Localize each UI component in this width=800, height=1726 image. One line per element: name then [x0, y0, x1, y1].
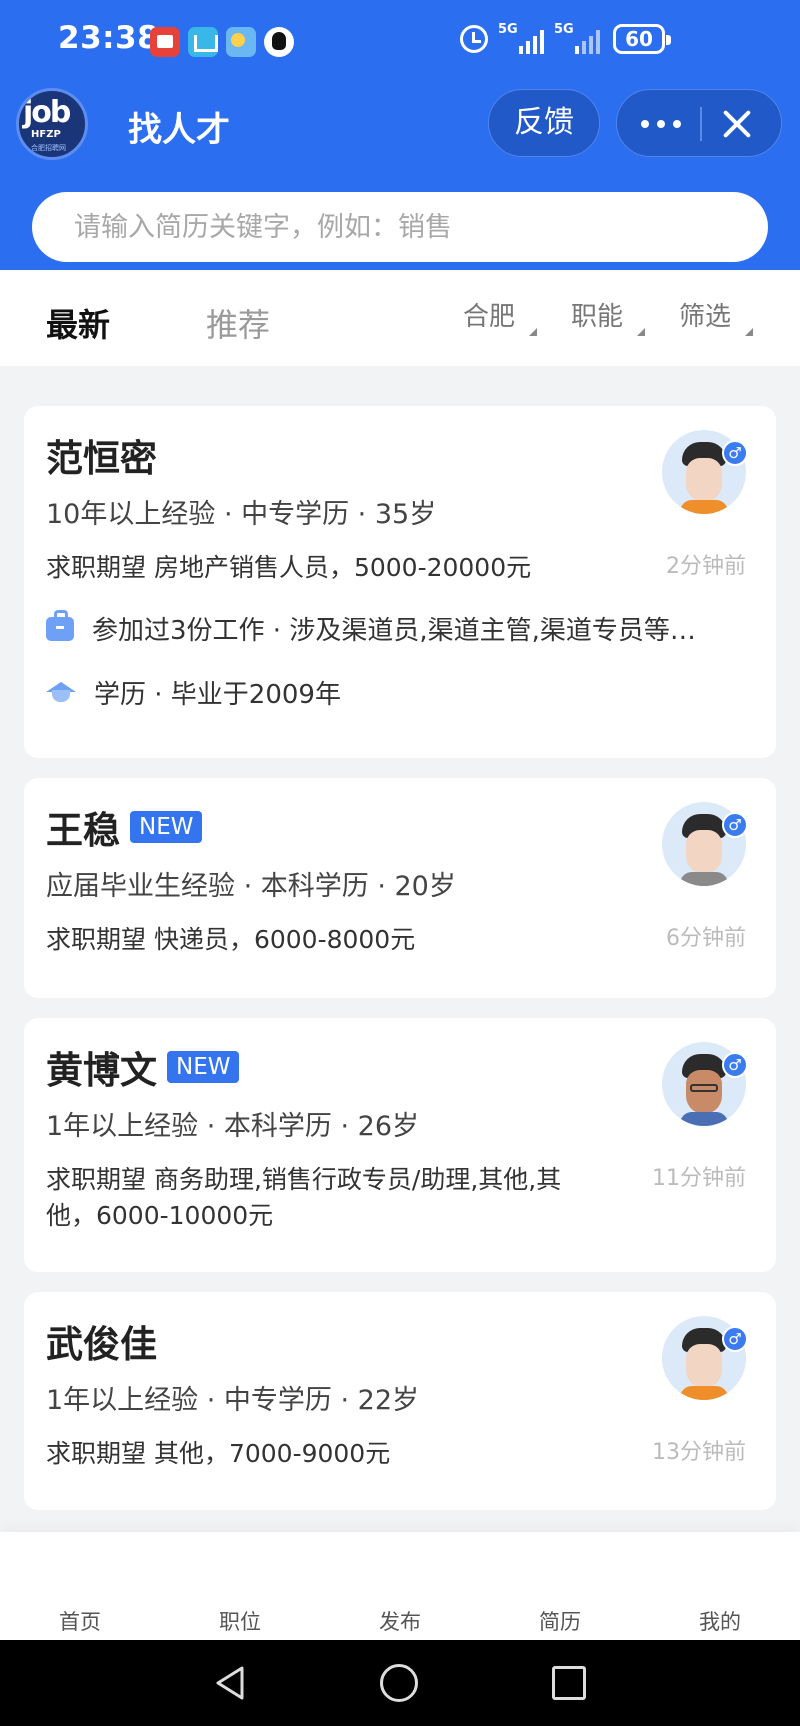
tab-latest[interactable]: 最新 [46, 300, 110, 346]
status-time: 23:38 [58, 20, 160, 56]
home-circle-icon[interactable] [380, 1664, 418, 1702]
name-row: 黄博文 NEW [46, 1040, 240, 1094]
time-ago: 2分钟前 [666, 554, 746, 579]
work-history-text: 参加过3份工作 · 涉及渠道员,渠道主管,渠道专员等… [92, 616, 696, 646]
back-triangle-icon[interactable] [212, 1664, 250, 1702]
filter-function-label: 职能 [571, 302, 624, 332]
mini-program-capsule [616, 89, 782, 157]
app-bar: job HFZP 合肥招聘网 找人才 反馈 [0, 84, 800, 184]
candidate-meta: 1年以上经验 · 本科学历 · 26岁 [46, 1111, 420, 1142]
close-icon[interactable] [721, 108, 753, 140]
education-row: 学历 · 毕业于2009年 [46, 674, 766, 711]
time-ago: 13分钟前 [652, 1440, 746, 1465]
candidate-name: 范恒密 [46, 437, 157, 480]
search-bar [32, 192, 768, 262]
work-history-row: 参加过3份工作 · 涉及渠道员,渠道主管,渠道专员等… [46, 610, 766, 647]
male-gender-icon: ♂ [722, 440, 748, 466]
name-row: 武俊佳 [46, 1314, 157, 1368]
notification-qq-icon [264, 27, 294, 57]
name-row: 范恒密 [46, 428, 157, 482]
nav-publish[interactable]: 发布 [360, 1606, 440, 1636]
dropdown-triangle-icon [745, 328, 754, 336]
candidate-meta: 10年以上经验 · 中专学历 · 35岁 [46, 499, 437, 530]
filter-city-label: 合肥 [463, 302, 516, 332]
top-header: 23:38 5G 5G 60 job HFZP 合肥招聘网 找人才 反馈 [0, 0, 800, 270]
dropdown-triangle-icon [637, 328, 646, 336]
new-badge: NEW [167, 1051, 240, 1083]
graduation-cap-icon [46, 680, 76, 706]
filter-function[interactable]: 职能 [571, 296, 646, 336]
candidate-card[interactable]: 范恒密 10年以上经验 · 中专学历 · 35岁 求职期望 房地产销售人员，50… [24, 406, 776, 758]
name-row: 王稳 NEW [46, 800, 203, 854]
education-text: 学历 · 毕业于2009年 [94, 680, 341, 710]
more-icon[interactable] [639, 110, 683, 138]
candidate-meta: 1年以上经验 · 中专学历 · 22岁 [46, 1385, 420, 1416]
status-bar: 23:38 5G 5G 60 [0, 0, 800, 84]
job-expectation: 求职期望 房地产销售人员，5000-20000元 [46, 553, 532, 582]
capsule-divider [700, 107, 702, 141]
signal-icon-2: 5G [554, 22, 600, 54]
notification-weather-icon [226, 27, 256, 57]
candidate-name: 黄博文 [46, 1049, 157, 1092]
job-expectation: 求职期望 其他，7000-9000元 [46, 1439, 391, 1468]
male-gender-icon: ♂ [722, 1326, 748, 1352]
battery-indicator: 60 [613, 24, 671, 54]
recents-square-icon[interactable] [552, 1666, 586, 1700]
time-ago: 6分钟前 [666, 926, 746, 951]
nav-mine[interactable]: 我的 [680, 1606, 760, 1636]
nav-jobs[interactable]: 职位 [200, 1606, 280, 1636]
male-gender-icon: ♂ [722, 812, 748, 838]
filter-screen-label: 筛选 [679, 302, 732, 332]
candidate-name: 王稳 [46, 809, 120, 852]
nav-resumes[interactable]: 简历 [520, 1606, 600, 1636]
feedback-button[interactable]: 反馈 [488, 89, 600, 157]
search-input[interactable] [74, 192, 754, 262]
tab-recommended[interactable]: 推荐 [206, 300, 270, 346]
job-expectation: 求职期望 商务助理,销售行政专员/助理,其他,其他，6000-10000元 [46, 1165, 562, 1230]
briefcase-icon [46, 610, 74, 641]
system-icons: 5G 5G [460, 22, 600, 54]
candidate-name: 武俊佳 [46, 1323, 157, 1366]
candidate-card[interactable]: 黄博文 NEW 1年以上经验 · 本科学历 · 26岁 求职期望 商务助理,销售… [24, 1018, 776, 1272]
app-logo: job HFZP 合肥招聘网 [16, 88, 88, 160]
page-title: 找人才 [128, 110, 230, 150]
filter-bar: 最新 推荐 合肥 职能 筛选 [0, 270, 800, 366]
system-navigation-bar [0, 1640, 800, 1726]
candidate-card[interactable]: 武俊佳 1年以上经验 · 中专学历 · 22岁 求职期望 其他，7000-900… [24, 1292, 776, 1510]
male-gender-icon: ♂ [722, 1052, 748, 1078]
candidate-meta: 应届毕业生经验 · 本科学历 · 20岁 [46, 871, 456, 902]
job-expectation: 求职期望 快递员，6000-8000元 [46, 925, 416, 954]
candidate-card[interactable]: 王稳 NEW 应届毕业生经验 · 本科学历 · 20岁 求职期望 快递员，600… [24, 778, 776, 998]
notification-reader-icon [188, 27, 218, 57]
filter-screen[interactable]: 筛选 [679, 296, 754, 336]
filter-city[interactable]: 合肥 [463, 296, 538, 336]
nav-home[interactable]: 首页 [40, 1606, 120, 1636]
notification-app-icon [150, 27, 180, 57]
dropdown-triangle-icon [529, 328, 538, 336]
new-badge: NEW [130, 811, 203, 843]
bottom-navigation: 首页 职位 发布 简历 我的 [0, 1532, 800, 1640]
signal-icon-1: 5G [498, 22, 544, 54]
time-ago: 11分钟前 [652, 1166, 746, 1191]
alarm-icon [460, 25, 488, 53]
